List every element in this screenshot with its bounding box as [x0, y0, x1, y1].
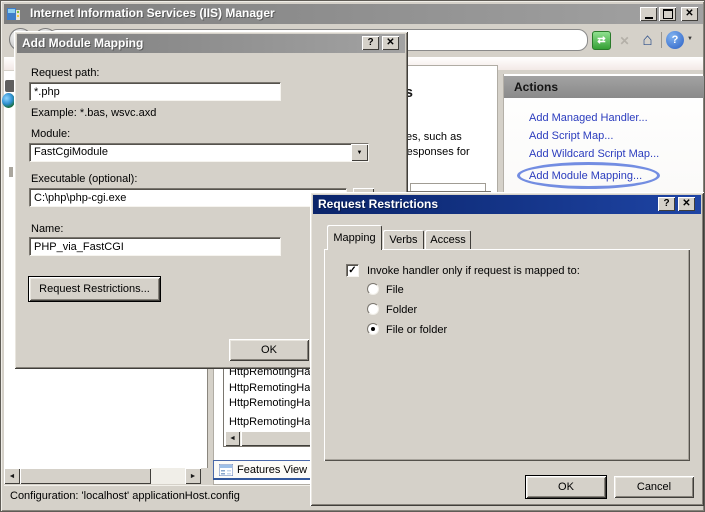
invoke-handler-checkbox[interactable]: ✓ — [346, 264, 359, 277]
module-label: Module: — [31, 128, 71, 140]
page-description-line2: responses for — [403, 146, 470, 158]
amm-titlebar: Add Module Mapping ? ✕ — [17, 34, 405, 53]
executable-field-frame — [29, 188, 347, 207]
executable-label: Executable (optional): — [31, 173, 138, 185]
amm-close-button[interactable]: ✕ — [382, 36, 399, 50]
iis-manager-window: Internet Information Services (IIS) Mana… — [0, 0, 705, 512]
radio-selected-dot — [371, 327, 375, 331]
rr-help-button[interactable]: ? — [658, 197, 675, 211]
scroll-right-button[interactable]: ► — [185, 468, 201, 484]
help-button[interactable]: ? — [666, 31, 684, 49]
request-restrictions-button-label: Request Restrictions... — [39, 283, 150, 295]
action-add-managed-handler[interactable]: Add Managed Handler... — [529, 112, 648, 124]
tab-verbs[interactable]: Verbs — [383, 230, 424, 249]
tab-mapping-label: Mapping — [333, 231, 376, 244]
check-icon: ✓ — [348, 265, 357, 276]
request-path-field-frame — [29, 82, 281, 101]
status-text: Configuration: 'localhost' applicationHo… — [10, 490, 240, 502]
rr-tab-page — [324, 249, 690, 461]
scroll-left-button[interactable]: ◄ — [225, 431, 240, 446]
rr-ok-button[interactable]: OK — [526, 476, 606, 498]
ok-button-label: OK — [558, 481, 574, 493]
radio-file-label: File — [386, 284, 404, 296]
list-item[interactable]: HttpRemotingHa — [229, 416, 310, 429]
toolbar-separator — [661, 32, 662, 48]
tab-access-label: Access — [430, 233, 466, 246]
rr-close-button[interactable]: ✕ — [678, 197, 695, 211]
action-add-script-map[interactable]: Add Script Map... — [529, 130, 613, 142]
actions-header: Actions — [504, 76, 704, 98]
invoke-handler-label: Invoke handler only if request is mapped… — [367, 265, 580, 277]
action-add-wildcard-script-map[interactable]: Add Wildcard Script Map... — [529, 148, 659, 160]
connections-hscrollbar[interactable]: ◄ ► — [4, 468, 201, 484]
minimize-icon — [644, 16, 653, 19]
help-icon: ? — [367, 37, 374, 48]
annotation-ellipse — [517, 162, 660, 189]
example-text: Example: *.bas, wsvc.axd — [31, 107, 157, 119]
stop-icon: ✕ — [619, 33, 630, 48]
home-icon: ⌂ — [642, 29, 653, 49]
page-description-line1: tes, such as — [403, 131, 462, 143]
list-item[interactable]: HttpRemotingHa — [229, 382, 310, 395]
request-path-input[interactable] — [30, 83, 280, 100]
radio-file[interactable] — [367, 283, 379, 295]
refresh-button[interactable]: ⇄ — [592, 31, 611, 50]
radio-file-or-folder[interactable] — [367, 323, 379, 335]
home-button[interactable]: ⌂ — [638, 29, 657, 50]
chevron-down-icon: ▼ — [356, 149, 363, 156]
radio-folder-label: Folder — [386, 304, 418, 316]
tab-mapping[interactable]: Mapping — [327, 225, 382, 250]
close-icon: ✕ — [682, 198, 691, 209]
help-dropdown-caret-icon[interactable]: ▼ — [687, 36, 693, 42]
cancel-button-label: Cancel — [636, 481, 672, 493]
features-view-label: Features View — [237, 463, 308, 476]
name-label: Name: — [31, 223, 64, 235]
minimize-button[interactable] — [640, 7, 657, 21]
request-restrictions-dialog: Request Restrictions ? ✕ Mapping Verbs A… — [310, 192, 704, 506]
scrollbar-thumb[interactable] — [20, 468, 151, 484]
request-restrictions-button[interactable]: Request Restrictions... — [29, 277, 160, 301]
close-button[interactable]: ✕ — [681, 7, 698, 21]
scroll-left-button[interactable]: ◄ — [4, 468, 20, 484]
amm-help-button[interactable]: ? — [362, 36, 379, 50]
scroll-left-icon: ◄ — [8, 472, 16, 480]
help-icon: ? — [663, 198, 670, 209]
name-input[interactable] — [30, 238, 280, 255]
request-path-label: Request path: — [31, 67, 100, 79]
iis-logo-icon — [7, 7, 21, 21]
rr-title: Request Restrictions — [318, 197, 439, 211]
stop-button[interactable]: ✕ — [615, 31, 634, 50]
close-icon: ✕ — [685, 8, 694, 19]
main-window-title: Internet Information Services (IIS) Mana… — [30, 6, 275, 20]
maximize-button[interactable] — [659, 7, 676, 21]
executable-input[interactable] — [30, 189, 346, 206]
tab-verbs-label: Verbs — [389, 233, 418, 246]
list-item[interactable]: HttpRemotingHa — [229, 397, 310, 410]
tab-access[interactable]: Access — [425, 230, 471, 249]
close-icon: ✕ — [386, 37, 395, 48]
name-field-frame — [29, 237, 281, 256]
radio-folder[interactable] — [367, 303, 379, 315]
main-titlebar: Internet Information Services (IIS) Mana… — [4, 4, 703, 24]
rr-cancel-button[interactable]: Cancel — [614, 476, 694, 498]
tree-item-fragment — [9, 167, 13, 177]
module-value: FastCgiModule — [34, 146, 108, 158]
radio-file-or-folder-label: File or folder — [386, 324, 448, 336]
refresh-icon: ⇄ — [597, 35, 606, 46]
scroll-left-icon: ◄ — [229, 435, 236, 442]
ok-button-label: OK — [261, 344, 277, 356]
combo-arrow-button[interactable]: ▼ — [351, 144, 368, 161]
module-dropdown[interactable]: FastCgiModule ▼ — [29, 143, 369, 162]
amm-ok-button[interactable]: OK — [229, 339, 309, 361]
scroll-right-icon: ► — [189, 472, 197, 480]
features-view-icon — [219, 463, 233, 476]
amm-title: Add Module Mapping — [22, 36, 144, 50]
help-icon: ? — [671, 34, 679, 46]
maximize-icon — [662, 9, 673, 19]
rr-titlebar: Request Restrictions ? ✕ — [313, 195, 701, 214]
